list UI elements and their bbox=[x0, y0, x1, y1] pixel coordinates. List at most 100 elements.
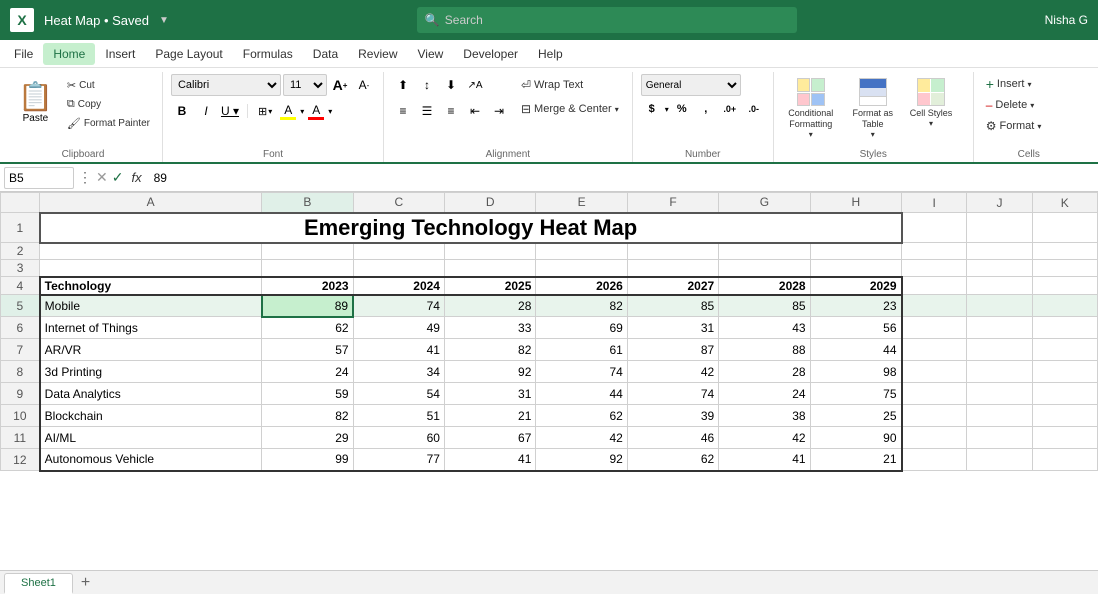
cell-A5[interactable]: Mobile bbox=[40, 295, 262, 317]
cell-F12[interactable]: 62 bbox=[627, 449, 718, 471]
formula-input[interactable] bbox=[150, 171, 1094, 185]
menu-item-view[interactable]: View bbox=[408, 43, 454, 65]
cell-J10[interactable] bbox=[967, 405, 1032, 427]
cell-C11[interactable]: 60 bbox=[353, 427, 444, 449]
cell-G5[interactable]: 85 bbox=[719, 295, 810, 317]
cell-B9[interactable]: 59 bbox=[262, 383, 353, 405]
cell-J1[interactable] bbox=[967, 213, 1032, 243]
menu-item-formulas[interactable]: Formulas bbox=[233, 43, 303, 65]
cell-H11[interactable]: 90 bbox=[810, 427, 901, 449]
cell-H6[interactable]: 56 bbox=[810, 317, 901, 339]
sheet-tab-sheet1[interactable]: Sheet1 bbox=[4, 573, 73, 594]
align-middle-button[interactable]: ↕ bbox=[416, 74, 438, 96]
cell-E4[interactable]: 2026 bbox=[536, 277, 627, 295]
cell-C12[interactable]: 77 bbox=[353, 449, 444, 471]
cell-K1[interactable] bbox=[1032, 213, 1097, 243]
cell-E10[interactable]: 62 bbox=[536, 405, 627, 427]
cell-K4[interactable] bbox=[1032, 277, 1097, 295]
cell-A2[interactable] bbox=[40, 243, 262, 260]
fill-color-button[interactable]: A bbox=[278, 102, 298, 121]
rotate-text-button[interactable]: ↗A bbox=[464, 74, 486, 96]
cell-C10[interactable]: 51 bbox=[353, 405, 444, 427]
cell-G6[interactable]: 43 bbox=[719, 317, 810, 339]
cell-H3[interactable] bbox=[810, 260, 901, 277]
cell-A6[interactable]: Internet of Things bbox=[40, 317, 262, 339]
col-header-I[interactable]: I bbox=[902, 193, 967, 213]
decrease-decimal-button[interactable]: .0- bbox=[743, 98, 765, 120]
cell-D2[interactable] bbox=[444, 243, 535, 260]
cell-E2[interactable] bbox=[536, 243, 627, 260]
cell-H4[interactable]: 2029 bbox=[810, 277, 901, 295]
cell-H2[interactable] bbox=[810, 243, 901, 260]
cell-B11[interactable]: 29 bbox=[262, 427, 353, 449]
cell-J2[interactable] bbox=[967, 243, 1032, 260]
cell-B7[interactable]: 57 bbox=[262, 339, 353, 361]
cell-F8[interactable]: 42 bbox=[627, 361, 718, 383]
cell-G7[interactable]: 88 bbox=[719, 339, 810, 361]
cell-A10[interactable]: Blockchain bbox=[40, 405, 262, 427]
cell-I5[interactable] bbox=[902, 295, 967, 317]
formula-bar-menu-icon[interactable]: ⋮ bbox=[78, 169, 92, 186]
cell-F10[interactable]: 39 bbox=[627, 405, 718, 427]
cell-F6[interactable]: 31 bbox=[627, 317, 718, 339]
cell-J6[interactable] bbox=[967, 317, 1032, 339]
format-painter-button[interactable]: 🖌Format Painter bbox=[63, 114, 154, 132]
col-header-F[interactable]: F bbox=[627, 193, 718, 213]
cell-C3[interactable] bbox=[353, 260, 444, 277]
align-right-button[interactable]: ≡ bbox=[440, 100, 462, 122]
formula-confirm-icon[interactable]: ✓ bbox=[112, 169, 124, 186]
cell-A8[interactable]: 3d Printing bbox=[40, 361, 262, 383]
cell-C2[interactable] bbox=[353, 243, 444, 260]
cell-J12[interactable] bbox=[967, 449, 1032, 471]
cell-F11[interactable]: 46 bbox=[627, 427, 718, 449]
col-header-J[interactable]: J bbox=[967, 193, 1032, 213]
cell-A7[interactable]: AR/VR bbox=[40, 339, 262, 361]
currency-dropdown[interactable]: ▾ bbox=[665, 105, 669, 114]
cell-D4[interactable]: 2025 bbox=[444, 277, 535, 295]
cell-E3[interactable] bbox=[536, 260, 627, 277]
increase-decimal-button[interactable]: .0+ bbox=[719, 98, 741, 120]
decrease-font-button[interactable]: A- bbox=[353, 74, 375, 96]
percent-button[interactable]: % bbox=[671, 98, 693, 120]
cell-B5[interactable]: 89 bbox=[262, 295, 353, 317]
cell-D10[interactable]: 21 bbox=[444, 405, 535, 427]
col-header-E[interactable]: E bbox=[536, 193, 627, 213]
menu-item-developer[interactable]: Developer bbox=[453, 43, 528, 65]
col-header-K[interactable]: K bbox=[1032, 193, 1097, 213]
currency-button[interactable]: $ bbox=[641, 98, 663, 120]
cell-B2[interactable] bbox=[262, 243, 353, 260]
cell-K6[interactable] bbox=[1032, 317, 1097, 339]
cell-D7[interactable]: 82 bbox=[444, 339, 535, 361]
cell-J8[interactable] bbox=[967, 361, 1032, 383]
cell-C6[interactable]: 49 bbox=[353, 317, 444, 339]
cell-I4[interactable] bbox=[902, 277, 967, 295]
cell-I6[interactable] bbox=[902, 317, 967, 339]
col-header-G[interactable]: G bbox=[719, 193, 810, 213]
cell-I12[interactable] bbox=[902, 449, 967, 471]
align-top-button[interactable]: ⬆ bbox=[392, 74, 414, 96]
cell-B6[interactable]: 62 bbox=[262, 317, 353, 339]
cell-G11[interactable]: 42 bbox=[719, 427, 810, 449]
fill-color-dropdown[interactable]: ▾ bbox=[300, 107, 304, 116]
cell-I7[interactable] bbox=[902, 339, 967, 361]
align-left-button[interactable]: ≡ bbox=[392, 100, 414, 122]
cell-I1[interactable] bbox=[902, 213, 967, 243]
cell-J9[interactable] bbox=[967, 383, 1032, 405]
col-header-C[interactable]: C bbox=[353, 193, 444, 213]
font-color-button[interactable]: A bbox=[306, 102, 326, 121]
menu-item-insert[interactable]: Insert bbox=[95, 43, 145, 65]
cell-B12[interactable]: 99 bbox=[262, 449, 353, 471]
menu-item-data[interactable]: Data bbox=[303, 43, 348, 65]
cell-F3[interactable] bbox=[627, 260, 718, 277]
cell-H7[interactable]: 44 bbox=[810, 339, 901, 361]
col-header-A[interactable]: A bbox=[40, 193, 262, 213]
font-family-select[interactable]: Calibri bbox=[171, 74, 281, 96]
cell-I2[interactable] bbox=[902, 243, 967, 260]
cell-I10[interactable] bbox=[902, 405, 967, 427]
cell-A11[interactable]: AI/ML bbox=[40, 427, 262, 449]
cell-D3[interactable] bbox=[444, 260, 535, 277]
cell-G8[interactable]: 28 bbox=[719, 361, 810, 383]
cell-A4[interactable]: Technology bbox=[40, 277, 262, 295]
cell-G9[interactable]: 24 bbox=[719, 383, 810, 405]
cell-F7[interactable]: 87 bbox=[627, 339, 718, 361]
